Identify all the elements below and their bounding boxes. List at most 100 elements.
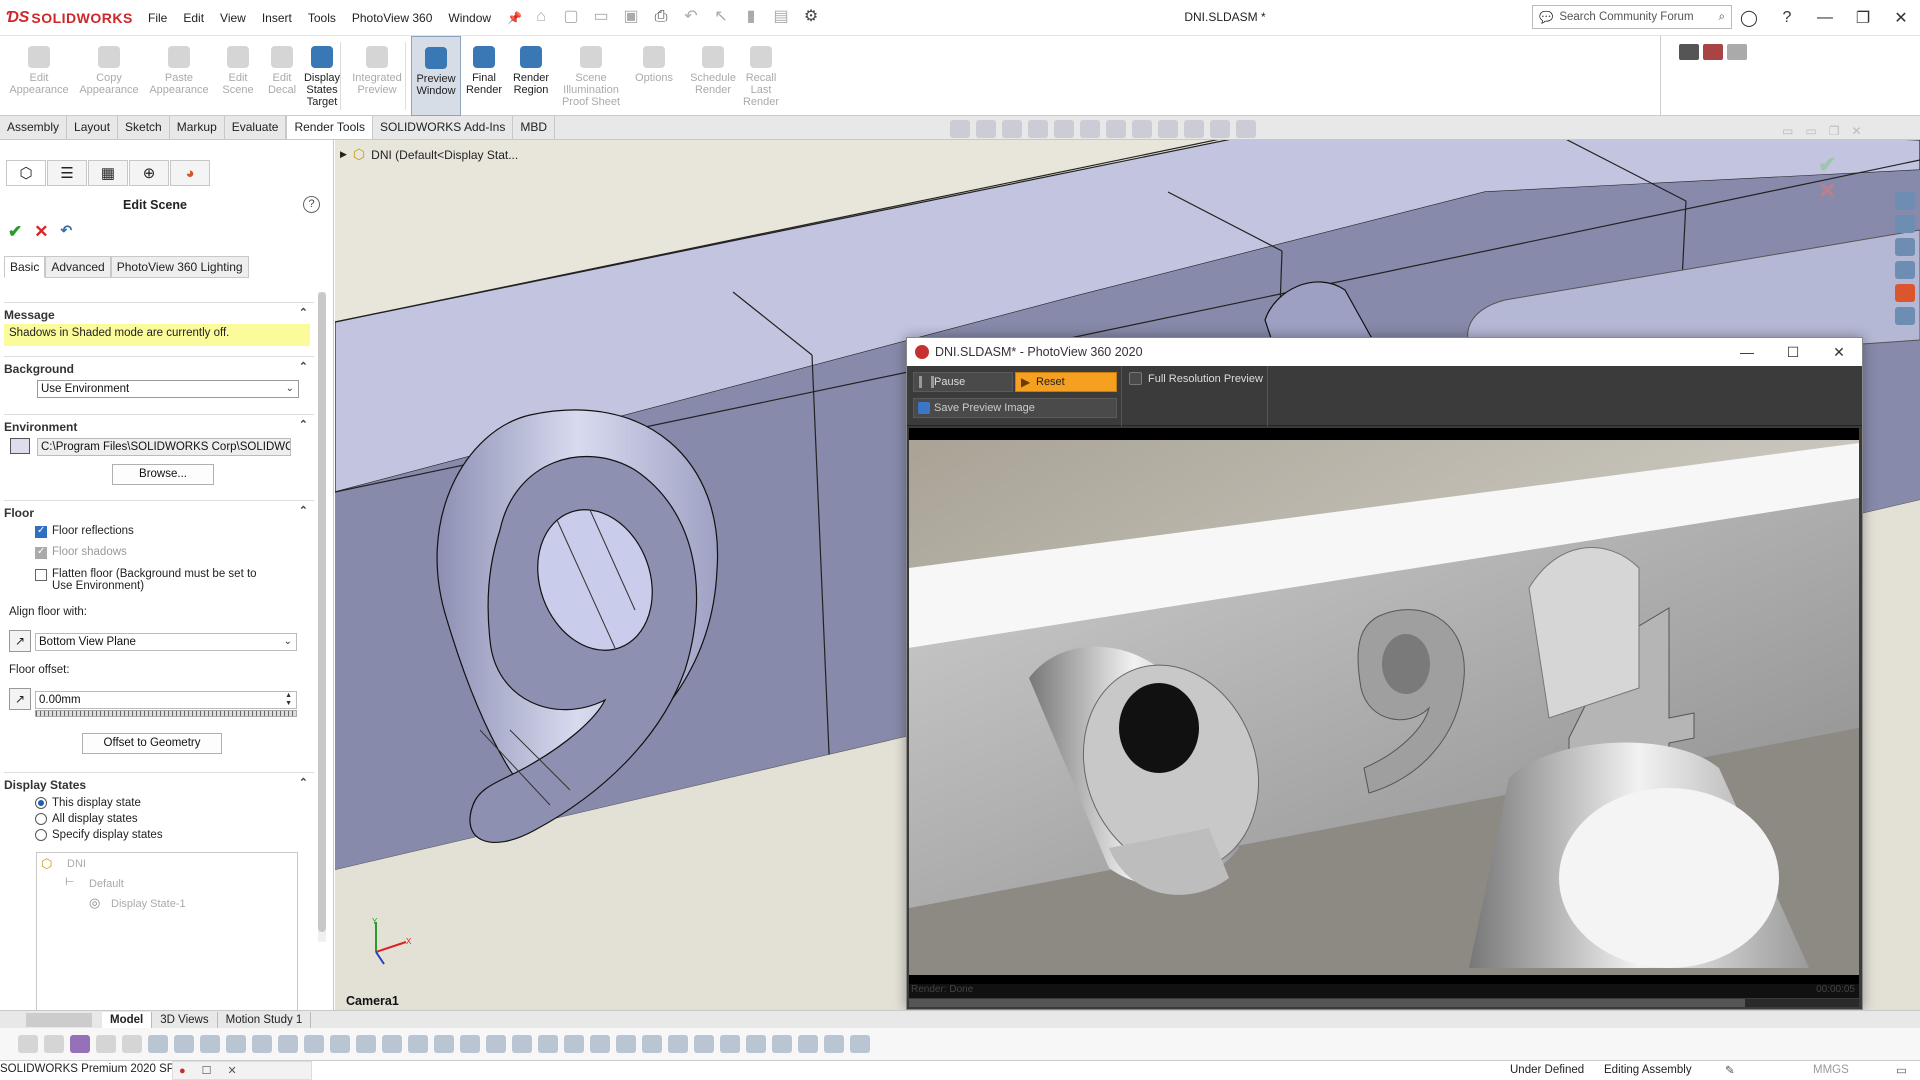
schedule-render-button[interactable]: Schedule Render <box>686 36 740 116</box>
recall-last-render-button[interactable]: Recall Last Render <box>740 36 782 116</box>
display-style-icon[interactable] <box>1106 120 1126 138</box>
camera-settings-icon[interactable] <box>1727 44 1747 60</box>
tab-markup[interactable]: Markup <box>170 116 225 139</box>
image-icon[interactable] <box>590 1035 610 1053</box>
integrated-preview-button[interactable]: Integrated Preview <box>348 36 406 116</box>
pause-button[interactable]: Pause <box>913 372 1013 392</box>
edit-decal-button[interactable]: Edit Decal <box>262 36 302 116</box>
camera-icon[interactable] <box>1679 44 1699 60</box>
edit-scene-button[interactable]: Edit Scene <box>218 36 258 116</box>
final-render-button[interactable]: Final Render <box>464 36 504 116</box>
align-floor-dropdown[interactable]: Bottom View Plane ⌄ <box>35 633 297 651</box>
viewport-tile-icon[interactable]: ▭ <box>1782 124 1793 138</box>
select-arrow-icon[interactable] <box>96 1035 116 1053</box>
axis-icon[interactable] <box>174 1035 194 1053</box>
tab-sketch[interactable]: Sketch <box>118 116 170 139</box>
resources-home-icon[interactable] <box>1895 192 1915 210</box>
paste-appearance-button[interactable]: Paste Appearance <box>148 36 210 116</box>
brush-icon[interactable] <box>486 1035 506 1053</box>
close-icon[interactable]: ✕ <box>228 1064 237 1077</box>
render-region-button[interactable]: Render Region <box>506 36 556 116</box>
copy-appearance-button[interactable]: Copy Appearance <box>78 36 140 116</box>
file-explorer-icon[interactable] <box>1895 238 1915 256</box>
view-orientation-icon[interactable] <box>1080 120 1100 138</box>
offset-direction-icon[interactable]: ↗ <box>9 688 31 710</box>
plane-select-icon[interactable]: ↗ <box>9 630 31 652</box>
cancel-button[interactable]: ✕ <box>34 222 48 242</box>
display-monitor-icon[interactable] <box>1236 120 1256 138</box>
design-library-icon[interactable] <box>1895 215 1915 233</box>
this-display-state-radio[interactable]: This display state <box>35 797 141 809</box>
point-icon[interactable] <box>148 1035 168 1053</box>
body-icon[interactable] <box>252 1035 272 1053</box>
environment-header[interactable]: Environment ⌃ <box>4 414 314 434</box>
filter-icon[interactable] <box>18 1035 38 1053</box>
specify-display-states-radio[interactable]: Specify display states <box>35 829 163 841</box>
pin-icon[interactable]: 📌 <box>499 11 530 25</box>
file-properties-icon[interactable]: ▤ <box>770 6 792 28</box>
scene-illumination-proof-sheet-button[interactable]: Scene Illumination Proof Sheet <box>556 36 626 116</box>
line-icon[interactable] <box>278 1035 298 1053</box>
collapse-icon[interactable]: ⌃ <box>299 776 308 789</box>
menu-tools[interactable]: Tools <box>300 11 344 25</box>
dynamic-annotation-icon[interactable] <box>1054 120 1074 138</box>
view-settings-icon[interactable] <box>1210 120 1230 138</box>
viewport-close-icon[interactable]: ✕ <box>1851 124 1861 138</box>
mirror-icon[interactable] <box>824 1035 844 1053</box>
ok-button[interactable]: ✔ <box>8 222 22 242</box>
collapse-icon[interactable]: ⌃ <box>299 360 308 373</box>
smart-dim-icon[interactable] <box>408 1035 428 1053</box>
pv-close-button[interactable]: ✕ <box>1816 338 1862 366</box>
restore-icon[interactable]: ☐ <box>202 1064 212 1077</box>
floor-offset-slider[interactable] <box>35 710 297 717</box>
browse-button[interactable]: Browse... <box>112 464 214 485</box>
edit-appearance-icon[interactable] <box>1158 120 1178 138</box>
table-icon[interactable] <box>538 1035 558 1053</box>
units-selector[interactable]: MMGS <box>1813 1064 1849 1076</box>
hide-show-icon[interactable] <box>1132 120 1152 138</box>
vertex-icon[interactable] <box>330 1035 350 1053</box>
pv-maximize-button[interactable]: ☐ <box>1770 338 1816 366</box>
undo-icon[interactable]: ↶ <box>680 6 702 28</box>
apply-scene-icon[interactable] <box>1184 120 1204 138</box>
zoom-to-fit-icon[interactable] <box>950 120 970 138</box>
taskbar-preview[interactable]: ● ☐ ✕ <box>172 1061 312 1080</box>
all-display-states-radio[interactable]: All display states <box>35 813 138 825</box>
filter-edges-icon[interactable] <box>70 1035 90 1053</box>
help-icon[interactable]: ? <box>303 196 320 213</box>
collapse-icon[interactable]: ⌃ <box>299 504 308 517</box>
section-view-icon[interactable] <box>1028 120 1048 138</box>
edit-appearance-button[interactable]: Edit Appearance <box>8 36 70 116</box>
split-line-icon[interactable] <box>304 1035 324 1053</box>
scrollbar[interactable] <box>318 292 326 942</box>
rebuild-icon[interactable]: ▮ <box>740 6 762 28</box>
viewport-split-icon[interactable]: ▭ <box>1805 124 1816 138</box>
display-states-target-button[interactable]: Display States Target <box>302 36 342 116</box>
photoview-preview-window[interactable]: DNI.SLDASM* - PhotoView 360 2020 — ☐ ✕ P… <box>906 337 1863 1010</box>
view-palette-icon[interactable] <box>1895 261 1915 279</box>
chat-icon[interactable]: ▭ <box>1896 1063 1907 1077</box>
render-camera-icon[interactable] <box>1703 44 1723 60</box>
viewport-restore-icon[interactable]: ❐ <box>1829 124 1840 138</box>
help-icon[interactable]: ? <box>1768 9 1806 27</box>
feature-manager-tab-icon[interactable]: ⬡ <box>6 160 46 186</box>
reset-button[interactable]: Reset <box>1015 372 1117 392</box>
minimize-button[interactable]: — <box>1806 9 1844 27</box>
menu-view[interactable]: View <box>212 11 254 25</box>
menu-insert[interactable]: Insert <box>254 11 300 25</box>
floor-shadows-checkbox[interactable]: Floor shadows <box>35 546 127 559</box>
filter-faces-icon[interactable] <box>44 1035 64 1053</box>
mate-icon[interactable] <box>772 1035 792 1053</box>
undo-button[interactable]: ↶ <box>61 222 73 242</box>
floor-offset-input[interactable]: 0.00mm ▲ ▼ <box>35 691 297 709</box>
zoom-to-area-icon[interactable] <box>976 120 996 138</box>
bottom-tab-model[interactable]: Model <box>102 1011 153 1028</box>
confirm-check-icon[interactable]: ✔ <box>1818 152 1848 178</box>
select-icon[interactable]: ↖ <box>710 6 732 28</box>
home-icon[interactable]: ⌂ <box>530 6 552 28</box>
tab-layout[interactable]: Layout <box>67 116 119 139</box>
tab-render-tools[interactable]: Render Tools <box>286 116 373 139</box>
custom-properties-icon[interactable] <box>1895 307 1915 325</box>
sketch-icon[interactable] <box>356 1035 376 1053</box>
tab-mbd[interactable]: MBD <box>513 116 555 139</box>
